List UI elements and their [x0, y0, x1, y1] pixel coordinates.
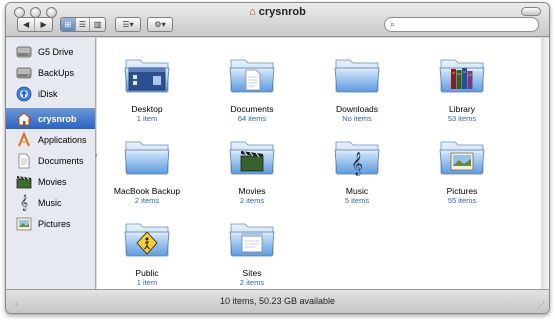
- home-icon: ⌂: [249, 6, 256, 18]
- toolbar: ⌂ crysnrob ◀ ▶ ⊞ ☰ ▥ ☰▾ ⚙▾ ⌕: [6, 3, 549, 37]
- sidebar: G5 Drive BackUps iDisk crysnrob Applicat…: [6, 38, 96, 290]
- item-pictures[interactable]: Pictures 55 items: [417, 132, 507, 205]
- arrange-button[interactable]: ☰▾: [116, 18, 140, 31]
- back-forward-control: ◀ ▶: [17, 17, 53, 32]
- applications-icon: [16, 131, 32, 148]
- column-view-button[interactable]: ▥: [90, 18, 105, 31]
- vertical-scrollbar[interactable]: [541, 38, 549, 290]
- svg-text:𝄞: 𝄞: [351, 151, 363, 176]
- movies-icon: [16, 174, 32, 190]
- hard-drive-icon: [16, 44, 32, 60]
- movies-folder-icon: [228, 132, 276, 180]
- sidebar-item-g5-drive[interactable]: G5 Drive: [6, 41, 95, 62]
- pictures-folder-icon: [438, 132, 486, 180]
- music-folder-icon: 𝄞: [333, 132, 381, 180]
- item-sites[interactable]: Sites 2 items: [207, 214, 297, 287]
- item-macbook-backup[interactable]: MacBook Backup 2 items: [102, 132, 192, 205]
- back-button[interactable]: ◀: [18, 18, 36, 31]
- icon-view: Desktop 1 item Documents 64 items Downlo…: [97, 38, 543, 290]
- documents-folder-icon: [228, 50, 276, 98]
- item-music[interactable]: 𝄞 Music 5 items: [312, 132, 402, 205]
- home-icon: [16, 111, 32, 127]
- hard-drive-icon: [16, 65, 32, 81]
- sites-folder-icon: [228, 214, 276, 262]
- list-view-button[interactable]: ☰: [76, 18, 91, 31]
- idisk-icon: [16, 86, 32, 102]
- status-text: 10 items, 50.23 GB available: [219, 296, 336, 306]
- search-icon: ⌕: [390, 19, 396, 29]
- window-resize-handle[interactable]: ⋰: [537, 301, 545, 310]
- item-library[interactable]: Library 53 items: [417, 50, 507, 123]
- desktop-folder-icon: [123, 50, 171, 98]
- status-bar: ⁘ 10 items, 50.23 GB available ⋰: [6, 289, 549, 313]
- sidebar-item-idisk[interactable]: iDisk: [6, 83, 95, 104]
- item-downloads[interactable]: Downloads No items: [312, 50, 402, 123]
- item-movies[interactable]: Movies 2 items: [207, 132, 297, 205]
- forward-button[interactable]: ▶: [35, 18, 52, 31]
- sidebar-item-backups[interactable]: BackUps: [6, 62, 95, 83]
- sidebar-item-crysnrob[interactable]: crysnrob: [6, 108, 95, 129]
- finder-window: ⌂ crysnrob ◀ ▶ ⊞ ☰ ▥ ☰▾ ⚙▾ ⌕ G5 Drive Ba…: [5, 2, 550, 314]
- item-public[interactable]: Public 1 item: [102, 214, 192, 287]
- item-desktop[interactable]: Desktop 1 item: [102, 50, 192, 123]
- item-documents[interactable]: Documents 64 items: [207, 50, 297, 123]
- folder-icon: [123, 132, 171, 180]
- sidebar-item-applications[interactable]: Applications: [6, 129, 95, 150]
- action-menu: ⚙▾: [147, 17, 173, 32]
- library-folder-icon: [438, 50, 486, 98]
- icon-view-button[interactable]: ⊞: [61, 18, 76, 31]
- action-button[interactable]: ⚙▾: [148, 18, 172, 31]
- sidebar-resize-grip[interactable]: ⁘: [13, 300, 20, 309]
- view-mode-control: ⊞ ☰ ▥: [60, 17, 106, 32]
- sidebar-item-documents[interactable]: Documents: [6, 150, 95, 171]
- downloads-folder-icon: [333, 50, 381, 98]
- sidebar-item-music[interactable]: 𝄞 Music: [6, 192, 95, 213]
- public-folder-icon: [123, 214, 171, 262]
- search-input[interactable]: [398, 19, 529, 30]
- sidebar-item-pictures[interactable]: Pictures: [6, 213, 95, 234]
- documents-icon: [16, 153, 32, 169]
- music-icon: 𝄞: [19, 194, 29, 211]
- arrange-menu: ☰▾: [115, 17, 141, 32]
- search-field[interactable]: ⌕: [384, 17, 539, 32]
- pictures-icon: [16, 216, 32, 232]
- sidebar-item-movies[interactable]: Movies: [6, 171, 95, 192]
